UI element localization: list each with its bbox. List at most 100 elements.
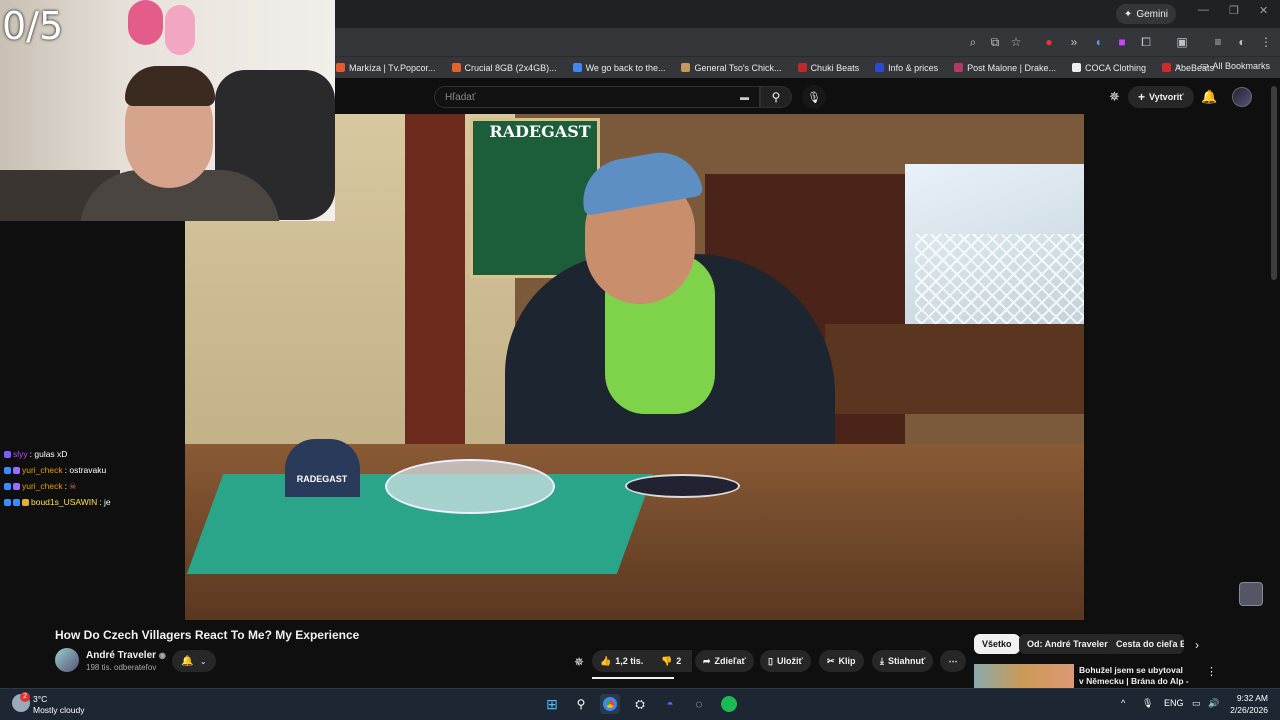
bookmark-favicon-icon <box>797 63 807 72</box>
save-button[interactable]: ▯ Uložiť <box>760 650 811 672</box>
subscriber-count: 198 tis. odberateľov <box>86 663 157 672</box>
extension-blue-icon[interactable]: ◖ <box>1090 34 1106 50</box>
extension-arrow-icon[interactable]: » <box>1066 34 1082 50</box>
badge-icon <box>4 482 11 490</box>
search-placeholder: Hľadať <box>445 91 476 103</box>
chat-text: : <box>64 481 68 491</box>
chat-message: yuri_check : ☠ <box>4 478 179 494</box>
weather-temperature[interactable]: 3°C <box>33 694 47 704</box>
media-icon[interactable]: ≡ <box>1210 34 1226 50</box>
extension-red-icon[interactable]: ● <box>1041 34 1057 50</box>
sparkle-icon[interactable]: ✵ <box>1109 89 1120 105</box>
zoom-icon[interactable]: ⌕ <box>965 34 981 50</box>
spotify-icon[interactable] <box>719 694 739 714</box>
close-icon[interactable]: ✕ <box>1259 4 1268 17</box>
channel-name[interactable]: André Traveler ◉ <box>86 650 166 661</box>
extensions-puzzle-icon[interactable]: ⧠ <box>1138 34 1154 50</box>
bookmark-label: We go back to the... <box>585 62 666 73</box>
plus-icon: + <box>1138 90 1146 104</box>
like-count: 1,2 tis. <box>615 656 644 666</box>
badge-icon <box>13 498 20 506</box>
page-scrollbar[interactable] <box>1271 86 1277 280</box>
video-title: How Do Czech Villagers React To Me? My E… <box>55 628 360 642</box>
recommendation-thumbnail[interactable] <box>974 664 1074 688</box>
sparkle-icon[interactable]: ✵ <box>574 655 584 669</box>
microphone-icon[interactable]: 🎙 <box>1142 698 1153 709</box>
bookmark-label: General Tso's Chick... <box>694 62 782 73</box>
thumbs-down-icon: 👎 <box>661 655 673 666</box>
clock-date[interactable]: 2/26/2026 <box>1226 705 1268 715</box>
create-label: Vytvoriť <box>1149 92 1184 102</box>
keyboard-icon[interactable]: ▬ <box>740 92 749 102</box>
scene-standee <box>285 439 360 497</box>
windows-start-icon[interactable]: ⊞ <box>542 694 562 714</box>
verified-icon: ◉ <box>158 651 166 660</box>
more-actions-button[interactable]: ⋯ <box>940 650 966 672</box>
bookmark[interactable]: Post Malone | Drake... <box>954 63 1056 73</box>
chrome-icon[interactable] <box>600 694 620 714</box>
like-indicator <box>592 677 674 679</box>
volume-icon[interactable]: 🔊 <box>1208 698 1219 709</box>
share-button[interactable]: ➦ Zdieľať <box>695 650 754 672</box>
download-button[interactable]: ⤓ Stiahnuť <box>872 650 934 672</box>
notifications-button[interactable]: 🔔 ⌄ <box>172 650 216 672</box>
channel-avatar[interactable] <box>55 648 79 672</box>
bookmark[interactable]: Chuki Beats <box>797 63 859 73</box>
chat-text: : je <box>99 497 111 507</box>
search-button[interactable]: ⚲ <box>760 86 792 108</box>
scene-sign <box>470 118 600 278</box>
download-label: Stiahnuť <box>887 656 926 666</box>
search-icon[interactable]: ⚲ <box>571 694 591 714</box>
badge-icon <box>13 482 20 490</box>
create-button[interactable]: + Vytvoriť <box>1128 86 1194 108</box>
search-input[interactable]: Hľadať ▬ <box>434 86 760 108</box>
chip-all[interactable]: Všetko <box>974 634 1020 654</box>
sidepanel-icon[interactable]: ▣ <box>1174 34 1190 50</box>
bookmark-favicon-icon <box>1072 63 1081 72</box>
dislike-button[interactable]: 👎 2 <box>653 650 689 672</box>
clip-button[interactable]: ✂ Klip <box>819 650 864 672</box>
star-icon[interactable]: ☆ <box>1008 34 1024 50</box>
clock-time[interactable]: 9:32 AM <box>1230 693 1268 703</box>
restore-icon[interactable]: ❐ <box>1229 4 1239 17</box>
miniplayer-thumbnail[interactable] <box>1239 582 1263 606</box>
extension-purple-icon[interactable]: ■ <box>1114 34 1130 50</box>
bookmark[interactable]: Info & prices <box>875 63 938 73</box>
download-icon: ⤓ <box>880 655 884 666</box>
bell-icon[interactable]: 🔔 <box>1201 89 1217 105</box>
bookmark[interactable]: Markíza | Tv.Popcor... <box>336 63 436 73</box>
bookmark[interactable]: Crucial 8GB (2x4GB)... <box>451 62 557 73</box>
chip-from-channel[interactable]: Od: André Traveler <box>1019 634 1116 654</box>
discord-icon[interactable]: ◓ <box>660 694 680 714</box>
weather-description[interactable]: Mostly cloudy <box>33 705 85 715</box>
gemini-button[interactable]: ✦ Gemini <box>1115 4 1176 24</box>
bookmark[interactable]: We go back to the... <box>572 62 666 73</box>
account-avatar[interactable] <box>1232 87 1252 107</box>
chat-message: boud1s_USAWIN : je <box>4 494 179 510</box>
screen: ✦ Gemini — ❐ ✕ ⌕ ⧉ ☆ ● » ◖ ■ ⧠ ▣ ≡ ◐ ⋮ M… <box>0 0 1280 720</box>
recommendation-menu-icon[interactable]: ⋮ <box>1206 665 1217 678</box>
minimize-icon[interactable]: — <box>1198 4 1209 16</box>
chat-message: yuri_check : ostravaku <box>4 462 179 478</box>
cast-icon[interactable]: ⧉ <box>987 34 1003 50</box>
bookmark[interactable]: General Tso's Chick... <box>681 62 782 73</box>
scene-window-frame <box>405 114 465 474</box>
bookmarks-overflow-icon[interactable]: » <box>1170 59 1186 75</box>
bookmark-favicon-icon <box>451 63 461 72</box>
chat-text: : ostravaku <box>64 465 107 475</box>
network-icon[interactable]: ▭ <box>1192 698 1201 709</box>
chip-topic[interactable]: Cesta do cieľa Eu <box>1108 634 1184 654</box>
chevron-right-icon[interactable]: › <box>1195 638 1199 652</box>
scene-sign-text: RADEGAST <box>489 122 591 141</box>
all-bookmarks-button[interactable]: ▭ All Bookmarks <box>1200 60 1270 71</box>
steam-icon[interactable]: ⛭ <box>630 694 650 714</box>
voice-search-button[interactable]: 🎙 <box>802 85 826 109</box>
menu-icon[interactable]: ⋮ <box>1258 34 1274 50</box>
profile-icon[interactable]: ◐ <box>1234 34 1250 50</box>
tray-overflow-icon[interactable]: ^ <box>1121 698 1125 708</box>
bookmark[interactable]: COCA Clothing <box>1072 63 1146 73</box>
language-indicator[interactable]: ENG <box>1164 698 1184 708</box>
bookmark-label: COCA Clothing <box>1085 62 1147 73</box>
bookmark-label: Crucial 8GB (2x4GB)... <box>464 62 557 73</box>
app-icon[interactable]: ◌ <box>689 694 709 714</box>
